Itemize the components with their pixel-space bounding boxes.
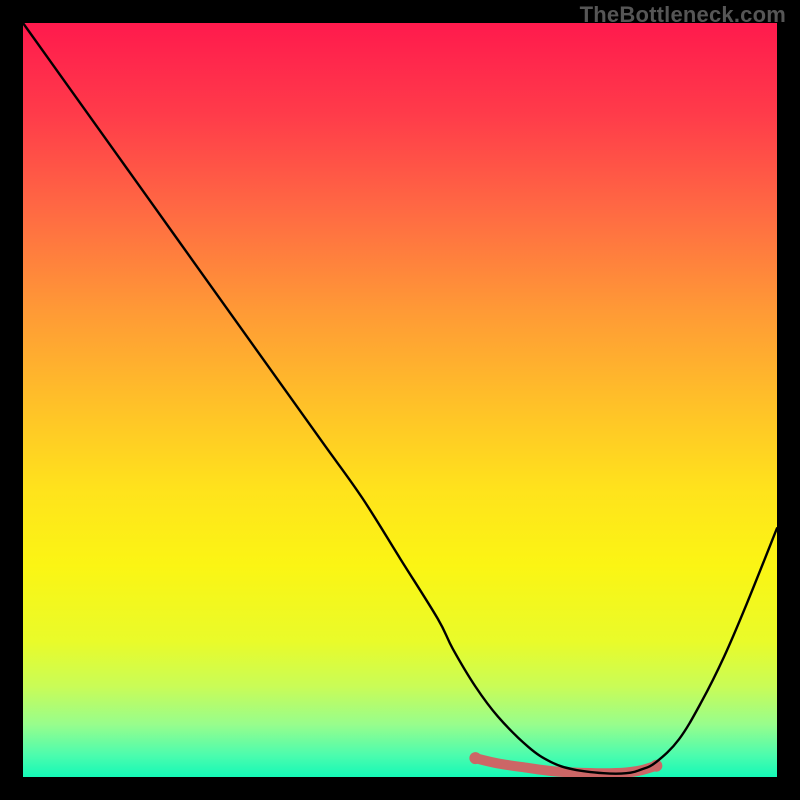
bottleneck-curve — [23, 23, 777, 777]
chart-frame: TheBottleneck.com — [0, 0, 800, 800]
watermark-text: TheBottleneck.com — [580, 2, 786, 28]
plot-area — [23, 23, 777, 777]
